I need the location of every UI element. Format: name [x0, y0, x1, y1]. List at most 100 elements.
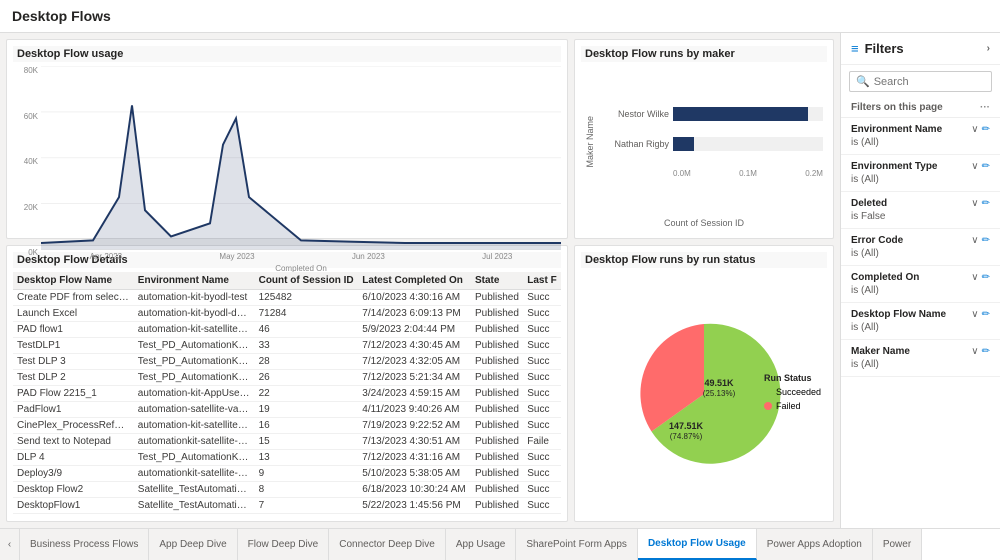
- tab-connector-deep-dive[interactable]: Connector Deep Dive: [329, 529, 446, 560]
- table-cell-3: 5/22/2023 1:45:56 PM: [358, 498, 471, 514]
- table-cell-1: automation-kit-AppUserCreation: [134, 386, 255, 402]
- filter-value-3: is (All): [851, 248, 990, 259]
- table-cell-1: automation-satellite-validation: [134, 402, 255, 418]
- chevron-down-icon: ∨: [971, 161, 978, 172]
- table-cell-3: 4/11/2023 9:40:26 AM: [358, 402, 471, 418]
- table-cell-3: 3/24/2023 4:59:15 AM: [358, 386, 471, 402]
- table-cell-5: Succ: [523, 290, 561, 306]
- filter-value-1: is (All): [851, 174, 990, 185]
- maker-x-label: Count of Session ID: [585, 218, 823, 228]
- filter-icons-6: ∨✏: [971, 346, 990, 357]
- filter-item-header-2: Deleted∨✏: [851, 198, 990, 209]
- tab-app-usage[interactable]: App Usage: [446, 529, 516, 560]
- col-session-count: Count of Session ID: [255, 272, 359, 290]
- filter-item-1[interactable]: Environment Type∨✏is (All): [841, 155, 1000, 192]
- table-cell-2: 33: [255, 338, 359, 354]
- tab-desktop-flow-usage[interactable]: Desktop Flow Usage: [638, 529, 757, 560]
- table-header-row: Desktop Flow Name Environment Name Count…: [13, 272, 561, 290]
- tab-app-deep-dive[interactable]: App Deep Dive: [149, 529, 237, 560]
- top-row: Desktop Flow usage 80K 60K 40K 20K 0K: [6, 39, 834, 239]
- table-cell-2: 22: [255, 386, 359, 402]
- table-cell-5: Succ: [523, 418, 561, 434]
- col-last: Last F: [523, 272, 561, 290]
- table-row: Launch Excelautomation-kit-byodl-demo712…: [13, 306, 561, 322]
- legend-succeeded-dot: [764, 388, 772, 396]
- tabs-prev-btn[interactable]: ‹: [0, 529, 20, 560]
- legend-failed-dot: [764, 402, 772, 410]
- table-row: CinePlex_ProcessRefundautomation-kit-sat…: [13, 418, 561, 434]
- pie-failed-label: 49.51K: [704, 378, 734, 388]
- filter-item-3[interactable]: Error Code ∨✏ is (All): [841, 229, 1000, 266]
- search-box[interactable]: 🔍: [849, 71, 992, 92]
- table-cell-2: 13: [255, 450, 359, 466]
- table-cell-4: Published: [471, 514, 523, 516]
- tab-power[interactable]: Power: [873, 529, 922, 560]
- svg-text:(25.13%): (25.13%): [703, 389, 736, 398]
- maker-row-2: Nathan Rigby: [599, 137, 823, 151]
- table-cell-5: Succ: [523, 514, 561, 516]
- filters-close-icon[interactable]: ›: [987, 43, 990, 54]
- table-cell-5: Succ: [523, 498, 561, 514]
- edit-icon: ✏: [982, 346, 990, 357]
- status-card: Desktop Flow runs by run status 49.51K: [574, 245, 834, 522]
- filter-item-4[interactable]: Completed On∨✏is (All): [841, 266, 1000, 303]
- filter-label-4: Completed On: [851, 272, 919, 283]
- table-cell-2: 26: [255, 370, 359, 386]
- table-cell-4: Published: [471, 386, 523, 402]
- table-row: PAD flow1automation-kit-satellite-dev465…: [13, 322, 561, 338]
- filter-label-3: Error Code: [851, 235, 903, 246]
- edit-icon: ✏: [982, 198, 990, 209]
- filter-item-0[interactable]: Environment Name∨✏is (All): [841, 118, 1000, 155]
- table-cell-1: automationkit-satellite-dev: [134, 466, 255, 482]
- filter-value-5: is (All): [851, 322, 990, 333]
- search-input[interactable]: [874, 76, 985, 88]
- legend-title: Run Status: [764, 373, 821, 383]
- table-cell-3: 6/10/2023 4:30:16 AM: [358, 290, 471, 306]
- table-cell-1: automation-kit-byodl-test: [134, 290, 255, 306]
- filter-icons-4: ∨✏: [971, 272, 990, 283]
- dashboard: Desktop Flow usage 80K 60K 40K 20K 0K: [0, 33, 840, 528]
- tab-power-apps-adoption[interactable]: Power Apps Adoption: [757, 529, 873, 560]
- maker-y-label: Maker Name: [585, 116, 595, 168]
- maker-bar-1: [673, 107, 808, 121]
- chevron-down-icon: ∨: [971, 309, 978, 320]
- table-cell-0: Test DLP 2: [13, 370, 134, 386]
- filter-item-header-3: Error Code ∨✏: [851, 235, 990, 246]
- table-row: Test DLP 2Test_PD_AutomationKit_Satellit…: [13, 370, 561, 386]
- filter-item-2[interactable]: Deleted∨✏is False: [841, 192, 1000, 229]
- filter-icons-2: ∨✏: [971, 198, 990, 209]
- tab-business-process-flows[interactable]: Business Process Flows: [20, 529, 149, 560]
- filters-header: ≡ Filters ›: [841, 33, 1000, 65]
- table-cell-5: Succ: [523, 482, 561, 498]
- table-cell-3: 7/12/2023 5:21:34 AM: [358, 370, 471, 386]
- tab-flow-deep-dive[interactable]: Flow Deep Dive: [238, 529, 330, 560]
- table-cell-4: Published: [471, 290, 523, 306]
- details-table-container[interactable]: Desktop Flow Name Environment Name Count…: [13, 272, 561, 515]
- filter-icons-3: ∨✏: [971, 235, 990, 246]
- chevron-down-icon: ∨: [971, 198, 978, 209]
- edit-icon: ✏: [982, 161, 990, 172]
- table-cell-3: 7/13/2023 4:30:51 AM: [358, 434, 471, 450]
- table-cell-4: Published: [471, 450, 523, 466]
- legend-failed: Failed: [764, 401, 821, 411]
- col-env-name: Environment Name: [134, 272, 255, 290]
- filter-icon: ≡: [851, 41, 859, 56]
- filter-item-header-0: Environment Name∨✏: [851, 124, 990, 135]
- table-cell-0: CinePlex_ProcessRefund: [13, 418, 134, 434]
- table-cell-1: automation-kit-byodl-demo: [134, 306, 255, 322]
- col-state: State: [471, 272, 523, 290]
- table-cell-0: Send text to Notepad: [13, 434, 134, 450]
- bottom-row: Desktop Flow Details Desktop Flow Name E…: [6, 245, 834, 522]
- table-cell-1: Satellite_TestAutomationKIT: [134, 498, 255, 514]
- table-cell-4: Published: [471, 498, 523, 514]
- filter-item-6[interactable]: Maker Name∨✏is (All): [841, 340, 1000, 377]
- edit-icon: ✏: [982, 235, 990, 246]
- filter-item-5[interactable]: Desktop Flow Name∨✏is (All): [841, 303, 1000, 340]
- maker-bar-2: [673, 137, 694, 151]
- tab-sharepoint-form-apps[interactable]: SharePoint Form Apps: [516, 529, 638, 560]
- details-card: Desktop Flow Details Desktop Flow Name E…: [6, 245, 568, 522]
- table-cell-2: 16: [255, 418, 359, 434]
- table-row: Pad Flow 1 for testingautomation-kit-sat…: [13, 514, 561, 516]
- table-cell-1: Test_PD_AutomationKit_Satellite: [134, 450, 255, 466]
- details-tbody: Create PDF from selected PDF page(s) - C…: [13, 290, 561, 516]
